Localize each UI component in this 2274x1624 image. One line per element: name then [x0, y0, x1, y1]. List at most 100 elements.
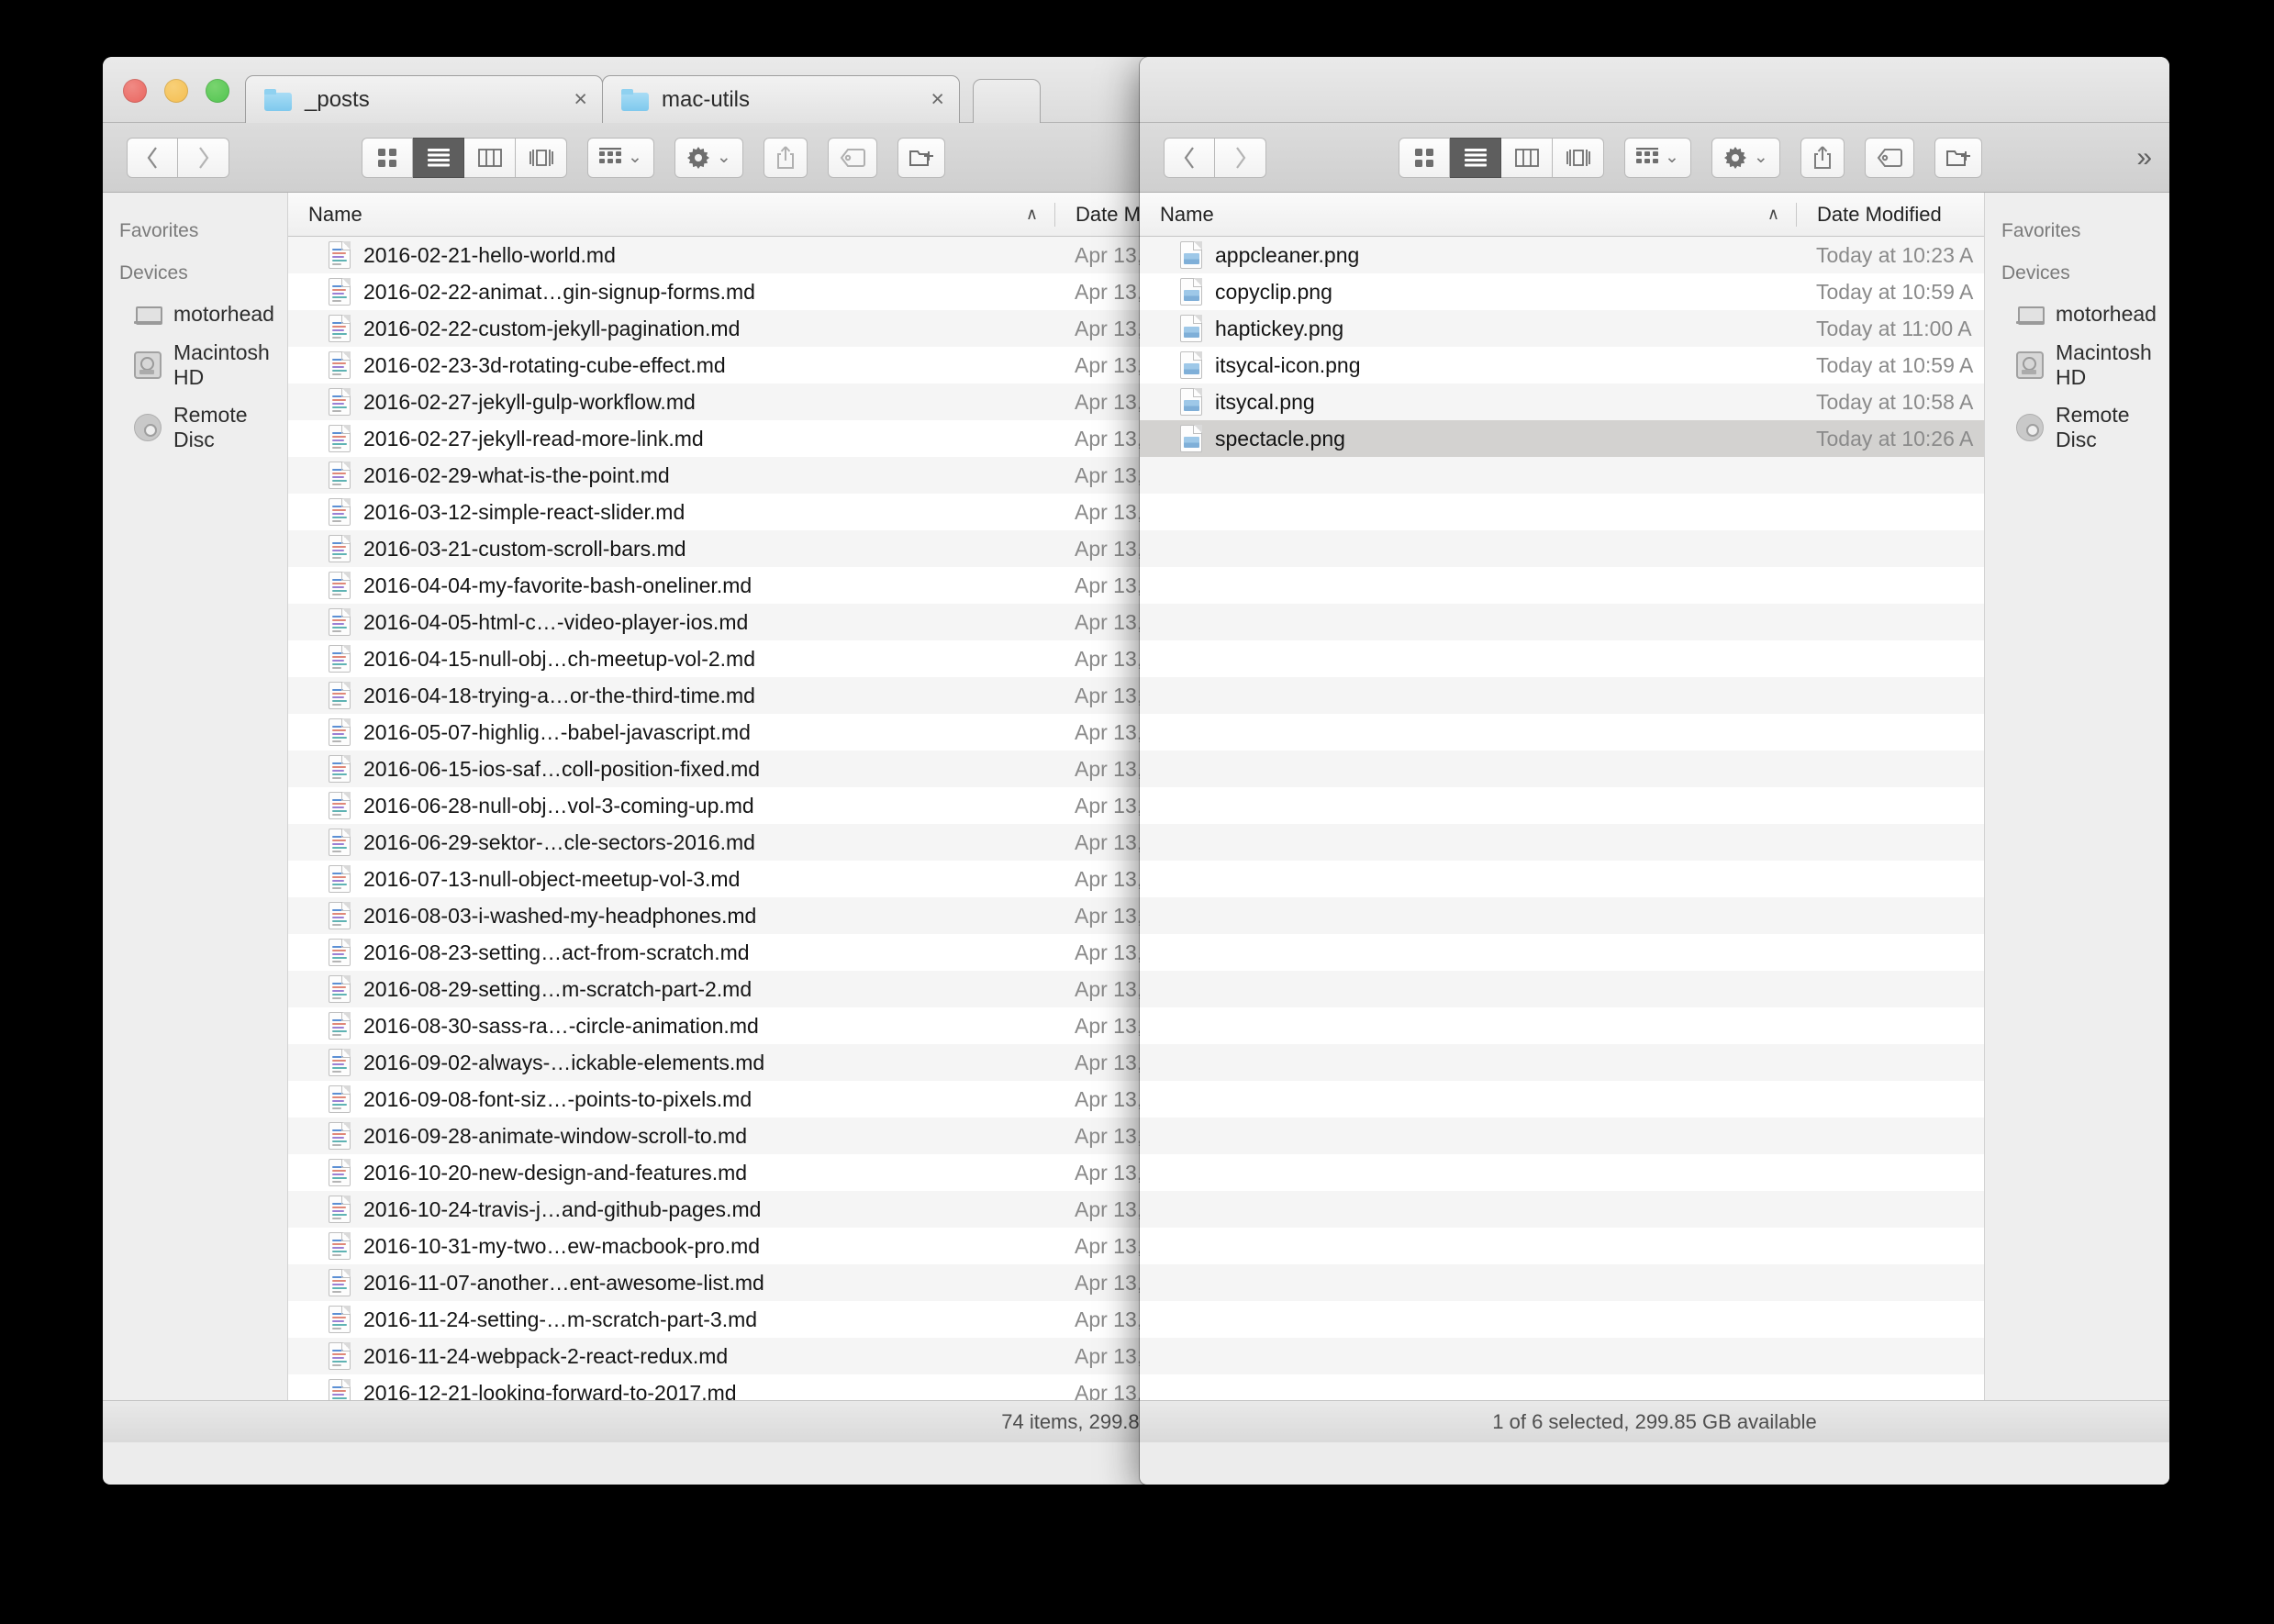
- column-header-name[interactable]: Name ∧: [1140, 203, 1796, 227]
- share-button[interactable]: [763, 137, 808, 178]
- arrange-button[interactable]: ⌄: [1624, 137, 1691, 178]
- table-row[interactable]: 2016-10-31-my-two…ew-macbook-pro.md Apr 1…: [288, 1228, 1243, 1264]
- column-view-button[interactable]: [1501, 137, 1553, 178]
- sidebar-item-macintosh-hd[interactable]: Macintosh HD: [103, 334, 287, 396]
- sidebar-item-macintosh-hd[interactable]: Macintosh HD: [1985, 334, 2169, 396]
- table-row[interactable]: 2016-08-30-sass-ra…-circle-animation.md A…: [288, 1007, 1243, 1044]
- harddisk-icon: [134, 351, 162, 379]
- toolbar-overflow-button[interactable]: »: [2136, 142, 2152, 173]
- table-row[interactable]: 2016-08-29-setting…m-scratch-part-2.md Ap…: [288, 971, 1243, 1007]
- table-row[interactable]: haptickey.png Today at 11:00 A: [1140, 310, 1984, 347]
- table-row[interactable]: appcleaner.png Today at 10:23 A: [1140, 237, 1984, 273]
- table-row[interactable]: 2016-02-29-what-is-the-point.mdApr 13, 2…: [288, 457, 1243, 494]
- table-row[interactable]: 2016-03-21-custom-scroll-bars.md Apr 13, …: [288, 530, 1243, 567]
- view-segmented-control: [362, 137, 567, 178]
- table-row[interactable]: 2016-02-22-animat…gin-signup-forms.md Apr…: [288, 273, 1243, 310]
- new-tab-button[interactable]: [973, 79, 1041, 123]
- forward-button[interactable]: [1215, 137, 1266, 178]
- table-row[interactable]: 2016-07-13-null-object-meetup-vol-3.md Ap…: [288, 861, 1243, 897]
- table-row[interactable]: 2016-02-23-3d-rotating-cube-effect.md Apr…: [288, 347, 1243, 384]
- sidebar-item-motorhead[interactable]: motorhead: [103, 294, 287, 334]
- sidebar-item-remote-disc[interactable]: Remote Disc: [1985, 396, 2169, 459]
- table-row[interactable]: 2016-08-23-setting…act-from-scratch.md Ap…: [288, 934, 1243, 971]
- table-row[interactable]: 2016-05-07-highlig…-babel-javascript.md A…: [288, 714, 1243, 751]
- icon-view-button[interactable]: [362, 137, 413, 178]
- back-button[interactable]: [127, 137, 178, 178]
- table-row[interactable]: 2016-04-18-trying-a…or-the-third-time.md…: [288, 677, 1243, 714]
- close-button[interactable]: [123, 79, 147, 103]
- column-header-date[interactable]: Date Modified: [1796, 202, 1984, 227]
- laptop-icon: [2016, 300, 2045, 328]
- table-row[interactable]: 2016-06-15-ios-saf…coll-position-fixed.m…: [288, 751, 1243, 787]
- file-name-cell: 2016-02-27-jekyll-gulp-workflow.md: [288, 388, 1054, 416]
- tag-button[interactable]: [827, 137, 877, 178]
- file-name-label: 2016-02-21-hello-world.md: [363, 242, 616, 267]
- table-row[interactable]: 2016-02-27-jekyll-read-more-link.md Apr 1…: [288, 420, 1243, 457]
- list-view-button[interactable]: [413, 137, 464, 178]
- markdown-file-icon: [329, 1085, 351, 1113]
- tab-posts[interactable]: _posts ×: [245, 75, 603, 123]
- finder-window-mac-utils[interactable]: ⌄ ⌄ » Name ∧ Date Modified appcleaner.pn…: [1140, 57, 2169, 1485]
- icon-view-button[interactable]: [1399, 137, 1450, 178]
- sidebar-item-remote-disc[interactable]: Remote Disc: [103, 396, 287, 459]
- file-name-label: itsycal-icon.png: [1215, 352, 1361, 377]
- tab-mac-utils[interactable]: mac-utils ×: [602, 75, 960, 123]
- table-row[interactable]: 2016-08-03-i-washed-my-headphones.md Apr …: [288, 897, 1243, 934]
- close-icon[interactable]: ×: [892, 88, 944, 111]
- column-header-name[interactable]: Name ∧: [288, 203, 1054, 227]
- table-row[interactable]: itsycal.png Today at 10:58 A: [1140, 384, 1984, 420]
- empty-row: [1140, 824, 1984, 861]
- table-row[interactable]: 2016-04-04-my-favorite-bash-oneliner.md A…: [288, 567, 1243, 604]
- table-row[interactable]: itsycal-icon.png Today at 10:59 A: [1140, 347, 1984, 384]
- column-view-button[interactable]: [464, 137, 516, 178]
- table-row[interactable]: 2016-02-27-jekyll-gulp-workflow.md Apr 13…: [288, 384, 1243, 420]
- table-row[interactable]: 2016-06-28-null-obj…vol-3-coming-up.md Ap…: [288, 787, 1243, 824]
- file-name-cell: 2016-08-03-i-washed-my-headphones.md: [288, 902, 1054, 929]
- table-row[interactable]: 2016-11-07-another…ent-awesome-list.md Ap…: [288, 1264, 1243, 1301]
- close-icon[interactable]: ×: [535, 88, 587, 111]
- markdown-file-icon: [329, 425, 351, 452]
- table-row[interactable]: 2016-11-24-webpack-2-react-redux.md Apr 1…: [288, 1338, 1243, 1374]
- table-row[interactable]: 2016-11-24-setting-…m-scratch-part-3.md A…: [288, 1301, 1243, 1338]
- table-row[interactable]: 2016-12-21-looking-forward-to-2017.md Apr…: [288, 1374, 1243, 1400]
- gallery-view-button[interactable]: [1553, 137, 1604, 178]
- forward-button[interactable]: [178, 137, 229, 178]
- action-gear-button[interactable]: ⌄: [1711, 137, 1780, 178]
- minimize-button[interactable]: [164, 79, 188, 103]
- markdown-file-icon: [329, 278, 351, 306]
- table-row[interactable]: 2016-03-12-simple-react-slider.md Apr 13,…: [288, 494, 1243, 530]
- action-gear-button[interactable]: ⌄: [674, 137, 743, 178]
- sort-ascending-icon: ∧: [1767, 205, 1779, 223]
- table-row[interactable]: 2016-10-24-travis-j…and-github-pages.md A…: [288, 1191, 1243, 1228]
- sidebar-item-label: Macintosh HD: [2056, 340, 2152, 389]
- table-row[interactable]: 2016-02-22-custom-jekyll-pagination.md Ap…: [288, 310, 1243, 347]
- table-row[interactable]: 2016-02-21-hello-world.mdApr 13, 2018 at…: [288, 237, 1243, 273]
- sidebar-item-motorhead[interactable]: motorhead: [1985, 294, 2169, 334]
- arrange-group: ⌄: [1624, 137, 1691, 178]
- table-row[interactable]: spectacle.png Today at 10:26 A: [1140, 420, 1984, 457]
- list-view-button[interactable]: [1450, 137, 1501, 178]
- new-folder-button[interactable]: [1934, 137, 1982, 178]
- back-button[interactable]: [1164, 137, 1215, 178]
- table-row[interactable]: 2016-04-15-null-obj…ch-meetup-vol-2.md Ap…: [288, 640, 1243, 677]
- titlebar-right[interactable]: [1140, 57, 2169, 123]
- markdown-file-icon: [329, 535, 351, 562]
- table-row[interactable]: 2016-09-08-font-siz…-points-to-pixels.md…: [288, 1081, 1243, 1118]
- empty-row: [1140, 1191, 1984, 1228]
- table-row[interactable]: 2016-04-05-html-c…-video-player-ios.md Ap…: [288, 604, 1243, 640]
- gallery-view-button[interactable]: [516, 137, 567, 178]
- new-folder-button[interactable]: [897, 137, 945, 178]
- table-row[interactable]: 2016-09-28-animate-window-scroll-to.md Ap…: [288, 1118, 1243, 1154]
- maximize-button[interactable]: [206, 79, 229, 103]
- share-button[interactable]: [1800, 137, 1845, 178]
- table-row[interactable]: copyclip.png Today at 10:59 A: [1140, 273, 1984, 310]
- file-name-label: 2016-06-28-null-obj…vol-3-coming-up.md: [363, 793, 754, 818]
- file-name-cell: 2016-08-29-setting…m-scratch-part-2.md: [288, 975, 1054, 1003]
- table-row[interactable]: 2016-06-29-sektor-…cle-sectors-2016.md Ap…: [288, 824, 1243, 861]
- arrange-button[interactable]: ⌄: [587, 137, 654, 178]
- table-row[interactable]: 2016-10-20-new-design-and-features.md Apr…: [288, 1154, 1243, 1191]
- table-row[interactable]: 2016-09-02-always-…ickable-elements.md Ap…: [288, 1044, 1243, 1081]
- file-name-label: 2016-04-05-html-c…-video-player-ios.md: [363, 609, 749, 634]
- chevron-down-icon: ⌄: [1665, 148, 1679, 167]
- tag-button[interactable]: [1864, 137, 1914, 178]
